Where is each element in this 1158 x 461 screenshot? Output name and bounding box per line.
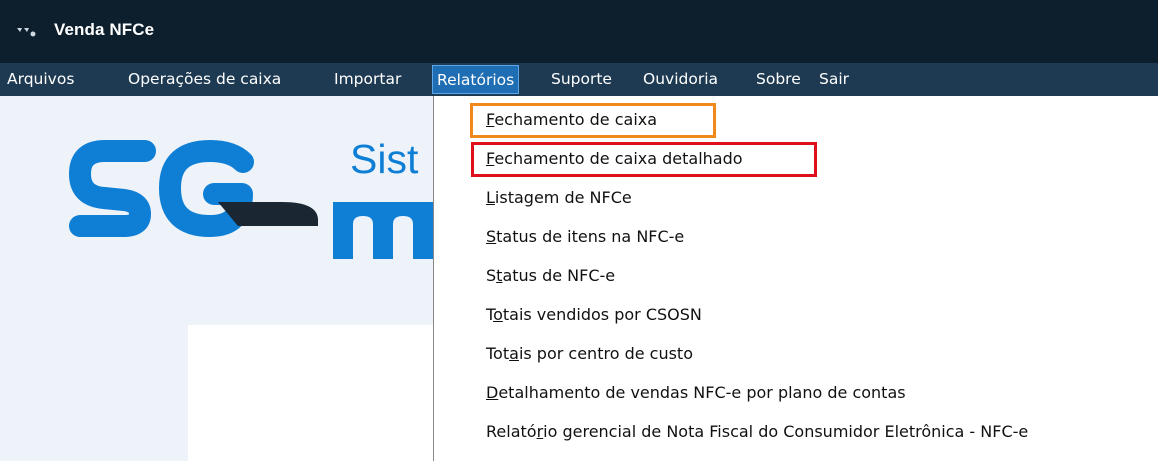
menu-operacoes-de-caixa[interactable]: Operações de caixa: [124, 63, 285, 96]
app-icon: [17, 28, 36, 37]
menu-item-status-de-itens[interactable]: Status de itens na NFC-e: [486, 222, 684, 252]
relatorios-dropdown-menu: Fechamento de caixa Fechamento de caixa …: [433, 96, 1158, 461]
menu-importar[interactable]: Importar: [330, 63, 405, 96]
content-panel: [188, 325, 433, 461]
menu-suporte[interactable]: Suporte: [547, 63, 616, 96]
menu-item-fechamento-de-caixa[interactable]: Fechamento de caixa: [486, 105, 657, 135]
menu-arquivos[interactable]: Arquivos: [3, 63, 78, 96]
menu-item-status-de-nfce[interactable]: Status de NFC-e: [486, 261, 615, 291]
menu-bar: Arquivos Operações de caixa Importar Rel…: [0, 63, 1158, 96]
window-title: Venda NFCe: [54, 20, 155, 39]
menu-item-relatorio-gerencial[interactable]: Relatório gerencial de Nota Fiscal do Co…: [486, 417, 1028, 447]
menu-ouvidoria[interactable]: Ouvidoria: [639, 63, 722, 96]
sg-logo: [69, 140, 433, 259]
menu-item-totais-por-centro-de-custo[interactable]: Totais por centro de custo: [486, 339, 693, 369]
menu-relatorios[interactable]: Relatórios: [432, 65, 520, 94]
main-content-area: Sist: [0, 96, 433, 461]
menu-item-totais-vendidos-csosn[interactable]: Totais vendidos por CSOSN: [486, 300, 702, 330]
menu-sair[interactable]: Sair: [815, 63, 853, 96]
menu-item-listagem-de-nfce[interactable]: Listagem de NFCe: [486, 183, 632, 213]
logo-text: Sist: [350, 136, 419, 182]
menu-sobre[interactable]: Sobre: [752, 63, 805, 96]
menu-item-fechamento-de-caixa-detalhado[interactable]: Fechamento de caixa detalhado: [486, 144, 743, 174]
title-bar: Venda NFCe: [0, 0, 1158, 63]
menu-item-detalhamento-de-vendas[interactable]: Detalhamento de vendas NFC-e por plano d…: [486, 378, 906, 408]
